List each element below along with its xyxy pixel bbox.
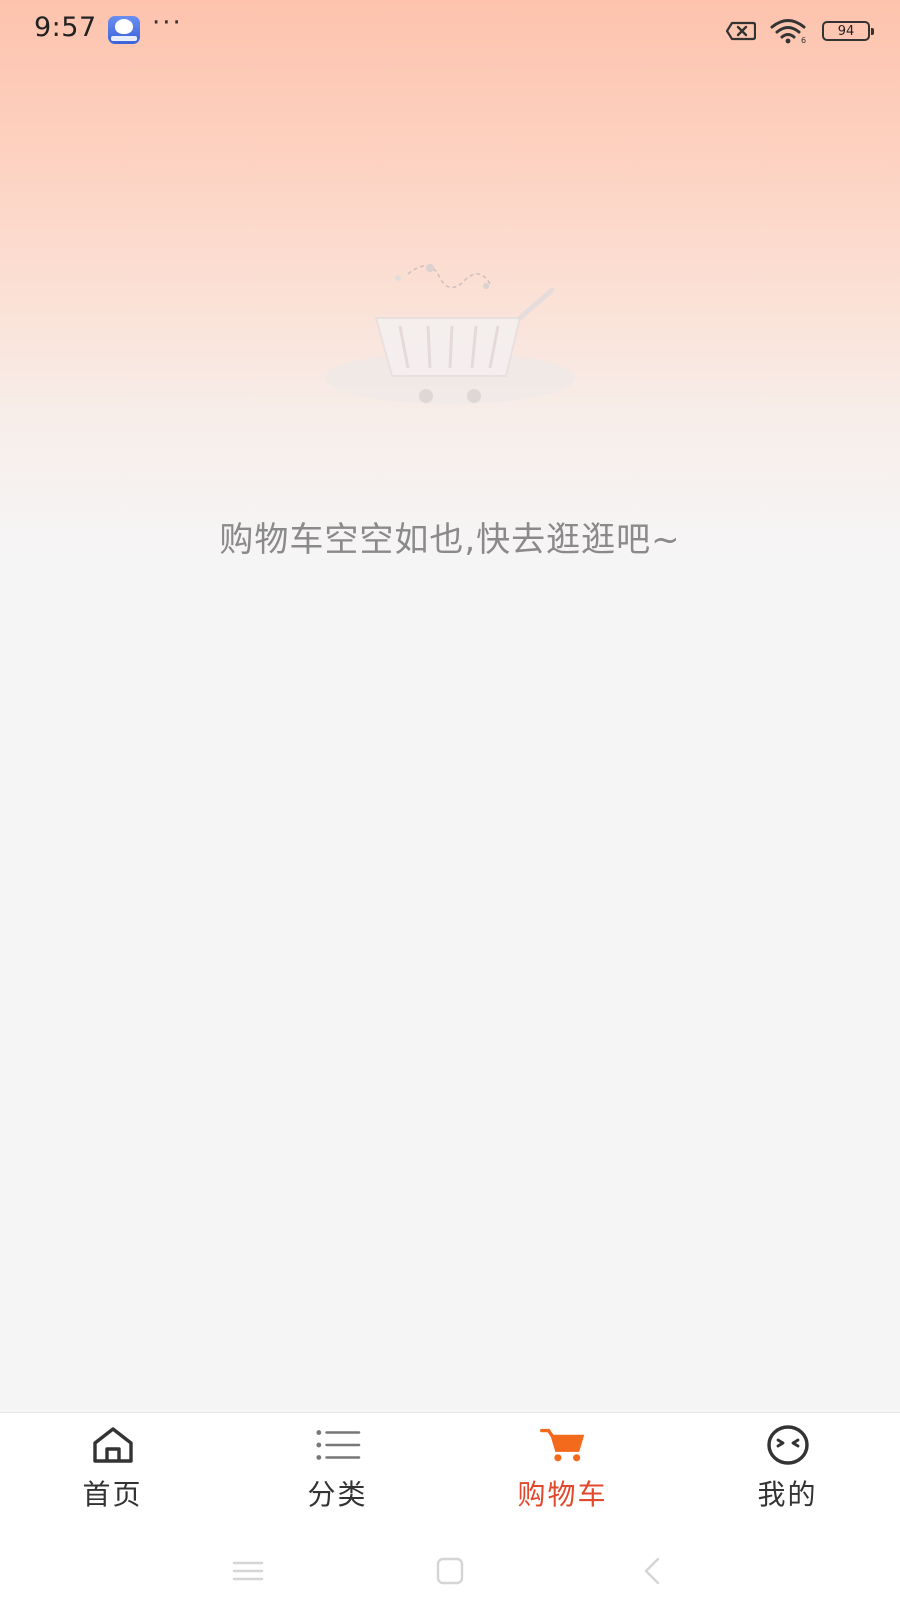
status-time: 9:57 [34,12,97,43]
status-indicators: 6 94 [726,16,874,46]
status-more-indicator: ··· [152,8,183,38]
home-icon [90,1425,136,1465]
sim-off-icon [726,21,756,41]
back-icon[interactable] [632,1554,672,1588]
tab-category[interactable]: 分类 [225,1413,450,1541]
system-nav-bar [0,1540,900,1600]
bottom-tab-bar: 首页 分类 购物车 我的 [0,1412,900,1541]
tab-home-label: 首页 [82,1478,143,1511]
list-icon [315,1425,361,1465]
battery-level: 94 [837,23,855,39]
tab-category-label: 分类 [307,1478,368,1511]
tab-home[interactable]: 首页 [0,1413,225,1541]
empty-cart-message: 购物车空空如也,快去逛逛吧~ [219,520,681,560]
cart-screen: 9:57 ··· 6 94 购物车空空如也,快去逛逛吧~ 首页 分类 购物车 我… [0,0,900,1600]
status-bar: 9:57 ··· 6 94 [0,0,900,62]
cart-icon [539,1425,586,1465]
menu-icon[interactable] [228,1554,268,1588]
tab-cart-label: 购物车 [517,1478,608,1511]
tab-mine-label: 我的 [757,1478,818,1511]
face-icon [765,1425,811,1465]
svg-text:6: 6 [801,36,806,44]
home-square-icon[interactable] [430,1554,470,1588]
shopping-cart-illustration [325,264,575,404]
tab-cart[interactable]: 购物车 [450,1413,675,1541]
wifi-icon: 6 [770,19,806,44]
tab-mine[interactable]: 我的 [675,1413,900,1541]
battery-icon: 94 [822,21,874,41]
baidu-app-icon [108,16,140,44]
